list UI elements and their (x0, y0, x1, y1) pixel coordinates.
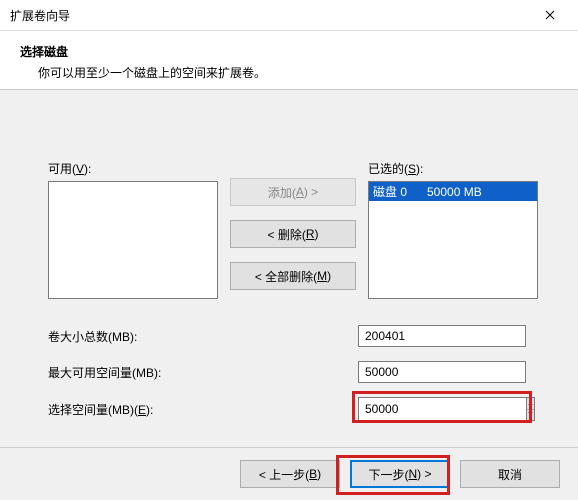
add-button[interactable]: 添加(A) > (230, 178, 356, 206)
transfer-buttons: 添加(A) > < 删除(R) < 全部删除(M) (230, 178, 356, 290)
max-size-label: 最大可用空间量(MB): (48, 364, 358, 381)
remove-button[interactable]: < 删除(R) (230, 220, 356, 248)
header-subtitle: 你可以用至少一个磁盘上的空间来扩展卷。 (38, 64, 568, 81)
back-button[interactable]: < 上一步(B) (240, 460, 340, 488)
select-size-spinner: ▲ ▼ (358, 397, 526, 421)
header-title: 选择磁盘 (20, 43, 568, 60)
selected-label: 已选的(S): (368, 160, 538, 177)
selected-listbox[interactable]: 磁盘 0 50000 MB (368, 181, 538, 299)
selected-disk-item[interactable]: 磁盘 0 50000 MB (369, 182, 537, 201)
select-size-label: 选择空间量(MB)(E): (48, 401, 358, 418)
available-column: 可用(V): (48, 160, 218, 299)
selected-column: 已选的(S): 磁盘 0 50000 MB (368, 160, 538, 299)
disk-selection-row: 可用(V): 添加(A) > < 删除(R) < 全部删除(M) 已选的(S): (48, 160, 558, 299)
spinner-up-button[interactable]: ▲ (527, 398, 534, 410)
spinner-down-button[interactable]: ▼ (527, 410, 534, 421)
select-size-input[interactable] (358, 397, 526, 421)
titlebar: 扩展卷向导 (0, 0, 578, 31)
wizard-body: 可用(V): 添加(A) > < 删除(R) < 全部删除(M) 已选的(S): (0, 90, 578, 445)
total-size-row: 卷大小总数(MB): 200401 (48, 325, 558, 347)
close-button[interactable] (530, 1, 570, 29)
max-size-value: 50000 (358, 361, 526, 383)
window-title: 扩展卷向导 (10, 7, 70, 24)
total-size-value: 200401 (358, 325, 526, 347)
available-label: 可用(V): (48, 160, 218, 177)
spinner-buttons: ▲ ▼ (526, 397, 535, 421)
next-button[interactable]: 下一步(N) > (350, 460, 450, 488)
available-listbox[interactable] (48, 181, 218, 299)
close-icon (545, 10, 555, 20)
remove-all-button[interactable]: < 全部删除(M) (230, 262, 356, 290)
size-fields: 卷大小总数(MB): 200401 最大可用空间量(MB): 50000 选择空… (48, 325, 558, 421)
select-size-row: 选择空间量(MB)(E): ▲ ▼ (48, 397, 558, 421)
total-size-label: 卷大小总数(MB): (48, 328, 358, 345)
wizard-header: 选择磁盘 你可以用至少一个磁盘上的空间来扩展卷。 (0, 31, 578, 90)
wizard-window: 扩展卷向导 选择磁盘 你可以用至少一个磁盘上的空间来扩展卷。 可用(V): 添加… (0, 0, 578, 500)
max-size-row: 最大可用空间量(MB): 50000 (48, 361, 558, 383)
cancel-button[interactable]: 取消 (460, 460, 560, 488)
wizard-footer: < 上一步(B) 下一步(N) > 取消 (0, 447, 578, 500)
